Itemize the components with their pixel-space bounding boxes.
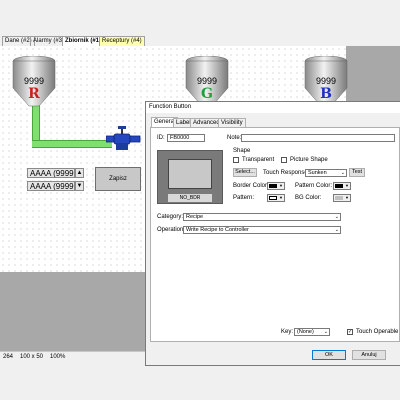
pattern-label: Pattern: bbox=[233, 195, 255, 201]
valve-icon[interactable] bbox=[106, 126, 146, 154]
color-swatch bbox=[269, 184, 277, 188]
pattern-picker[interactable]: ▼ bbox=[267, 194, 285, 202]
numeric-display[interactable]: AAAA (99999 bbox=[27, 168, 75, 178]
select-shape-button[interactable]: Select... bbox=[233, 168, 257, 177]
touch-operable-checkbox[interactable]: ✓ bbox=[347, 329, 353, 335]
status-zoom: 100% bbox=[50, 354, 66, 360]
chevron-down-icon: ⌄ bbox=[340, 170, 345, 176]
operation-value: Write Recipe to Controller bbox=[186, 227, 249, 233]
tank-level-value: 9999 bbox=[23, 76, 45, 86]
picture-shape-checkbox[interactable] bbox=[281, 157, 287, 163]
border-color-picker[interactable]: ▼ bbox=[267, 182, 285, 190]
border-color-label: Border Color: bbox=[233, 183, 269, 189]
ok-button[interactable]: OK bbox=[312, 350, 346, 360]
general-panel: ID: FB0000 Note: NO_BDR Shape Transparen… bbox=[150, 127, 400, 342]
tab-zbiornik[interactable]: Zbiornik (#1) bbox=[62, 36, 105, 46]
preview-button bbox=[168, 159, 212, 189]
note-label: Note: bbox=[227, 135, 242, 141]
transparent-label: Transparent bbox=[242, 157, 275, 163]
chevron-down-icon: ⌄ bbox=[334, 227, 339, 233]
spin-down-icon[interactable]: ▼ bbox=[75, 181, 84, 191]
spin-up-icon[interactable]: ▲ bbox=[75, 168, 84, 178]
picture-shape-label: Picture Shape bbox=[290, 157, 328, 163]
touch-response-value: Sunken bbox=[308, 170, 327, 176]
touch-operable-label: Touch Operable bbox=[356, 329, 399, 335]
chevron-down-icon: ⌄ bbox=[334, 214, 339, 220]
chevron-down-icon: ▼ bbox=[345, 195, 349, 200]
bg-color-label: BG Color: bbox=[295, 195, 322, 201]
tank-level-value: 9999 bbox=[196, 76, 218, 86]
shape-label: Shape bbox=[233, 148, 251, 154]
note-field[interactable] bbox=[241, 134, 395, 142]
cancel-button[interactable]: Anuluj bbox=[352, 350, 386, 360]
numeric-display[interactable]: AAAA (99999 bbox=[27, 181, 75, 191]
dialog-title: Function Button bbox=[146, 102, 400, 113]
chevron-down-icon: ▼ bbox=[345, 183, 349, 188]
tank-letter: G bbox=[201, 86, 213, 102]
chevron-down-icon: ⌄ bbox=[323, 329, 328, 335]
transparent-checkbox[interactable] bbox=[233, 157, 239, 163]
zapisz-button[interactable]: Zapisz bbox=[95, 167, 141, 191]
pipe-horizontal bbox=[32, 140, 112, 148]
tank-letter: R bbox=[28, 86, 40, 102]
pattern-color-label: Pattern Color: bbox=[295, 183, 333, 189]
color-swatch bbox=[335, 184, 343, 188]
chevron-down-icon: ▼ bbox=[279, 195, 283, 200]
pattern-color-picker[interactable]: ▼ bbox=[333, 182, 351, 190]
chevron-down-icon: ▼ bbox=[279, 183, 283, 188]
tank-level-value: 9999 bbox=[315, 76, 337, 86]
function-button-dialog: Function Button General Label Advanced V… bbox=[145, 101, 400, 366]
category-value: Recipe bbox=[186, 214, 204, 220]
key-value: (None) bbox=[297, 329, 314, 335]
preview-caption: NO_BDR bbox=[168, 194, 212, 202]
test-button[interactable]: Test bbox=[349, 168, 365, 177]
tank-red[interactable]: 9999 R bbox=[11, 55, 57, 108]
id-label: ID: bbox=[157, 135, 165, 141]
id-field[interactable]: FB0000 bbox=[167, 134, 205, 142]
operation-select[interactable]: Write Recipe to Controller ⌄ bbox=[183, 226, 341, 234]
category-select[interactable]: Recipe ⌄ bbox=[183, 213, 341, 221]
category-label: Category: bbox=[157, 214, 184, 220]
tab-receptury[interactable]: Receptury (#4) bbox=[99, 36, 145, 46]
operation-label: Operation: bbox=[157, 227, 186, 233]
bg-color-picker[interactable]: ▼ bbox=[333, 194, 351, 202]
status-position: 264 bbox=[3, 354, 14, 360]
touch-response-select[interactable]: Sunken ⌄ bbox=[305, 169, 347, 177]
key-select[interactable]: (None) ⌄ bbox=[294, 328, 330, 336]
status-size: 100 x 50 bbox=[20, 354, 44, 360]
color-swatch bbox=[335, 196, 343, 200]
pattern-swatch bbox=[269, 196, 277, 200]
tank-letter: B bbox=[320, 86, 332, 102]
key-label: Key: bbox=[281, 329, 294, 335]
touch-response-label: Touch Response: bbox=[263, 170, 310, 176]
shape-preview: NO_BDR bbox=[157, 150, 223, 204]
